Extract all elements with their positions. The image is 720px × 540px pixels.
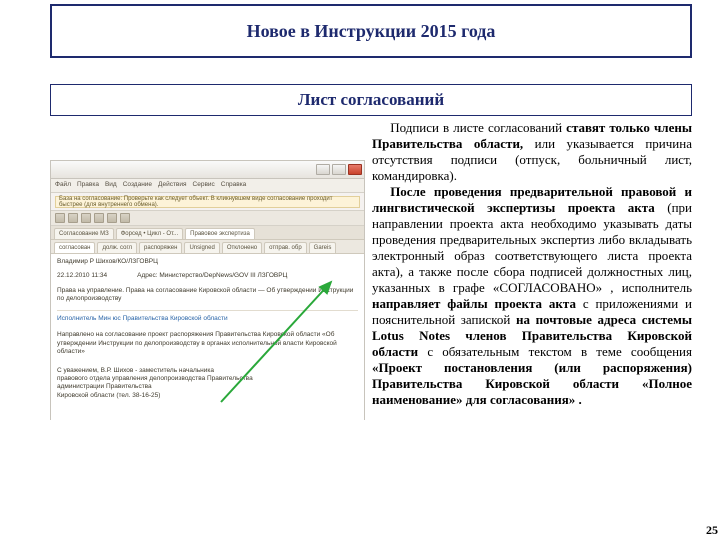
dept-value: Адрес: Министерство/DepNews/GOV III ЛЗГО…: [137, 272, 287, 280]
alert-text: База на согласование: Проверьте как след…: [59, 196, 356, 208]
toolbar-icon: [81, 213, 91, 223]
divider: [57, 310, 358, 311]
date-value: 22.12.2010 11:34: [57, 272, 107, 280]
menu-item: Действия: [158, 182, 186, 189]
title-box: Новое в Инструкции 2015 года: [50, 4, 692, 58]
text-run: Подписи в листе согласований: [390, 120, 566, 135]
tab: Отклонено: [222, 242, 262, 253]
menu-item: Правка: [77, 182, 99, 189]
paragraph: После проведения предваритель­ной правов…: [372, 184, 692, 408]
window-min-icon: [316, 164, 330, 175]
tab: согласован: [54, 242, 95, 253]
tab: долж. согл: [97, 242, 137, 253]
sign-line: С уважением, В.Р. Шихов - заместитель на…: [57, 367, 214, 374]
body-text: Подписи в листе согласований ставят толь…: [372, 120, 692, 532]
toolbar-icon: [94, 213, 104, 223]
menubar: Файл Правка Вид Создание Действия Сервис…: [51, 179, 364, 193]
tabstrip-lower: согласован долж. согл распоряжен Unsigne…: [51, 240, 364, 254]
window-max-icon: [332, 164, 346, 175]
window-titlebar: [51, 161, 364, 179]
menu-item: Файл: [55, 182, 71, 189]
content-area: Файл Правка Вид Создание Действия Сервис…: [50, 120, 692, 532]
toolbar: [51, 210, 364, 226]
sign-line: правового отдела управления делопроизвод…: [57, 375, 253, 382]
document-body: Владимир Р Шихов/КО/ЛЗГОВРЦ 22.12.2010 1…: [51, 254, 364, 436]
note-value: Исполнитель Мин юс Правительства Кировск…: [57, 315, 228, 322]
tabstrip-upper: Согласование МЗ Форсед • Цикл - От... Пр…: [51, 226, 364, 240]
text-bold: После проведения предваритель­ной правов…: [372, 184, 692, 215]
toolbar-icon: [55, 213, 65, 223]
sign-line: администрации Правительства: [57, 383, 152, 390]
section-title: Лист согласований: [298, 90, 444, 110]
sign-line: Кировской области (тел. 38-16-25): [57, 392, 160, 399]
tab: Согласование МЗ: [54, 228, 114, 239]
page-number: 25: [706, 523, 718, 538]
tab: отправ. обр: [264, 242, 307, 253]
toolbar-icon: [107, 213, 117, 223]
tab: распоряжен: [139, 242, 182, 253]
tab: Unsigned: [184, 242, 219, 253]
menu-item: Вид: [105, 182, 117, 189]
page-title: Новое в Инструкции 2015 года: [247, 21, 496, 42]
text-run: с обязательным текстом в теме сообщения: [427, 344, 692, 359]
menu-item: Сервис: [193, 182, 215, 189]
alert-banner: База на согласование: Проверьте как след…: [55, 196, 360, 208]
author-value: Владимир Р Шихов/КО/ЛЗГОВРЦ: [57, 258, 158, 265]
tab: Правовое экспертиза: [185, 228, 255, 239]
app-screenshot: Файл Правка Вид Создание Действия Сервис…: [50, 160, 365, 420]
menu-item: Создание: [123, 182, 152, 189]
subject-value: Права на управление. Права на согласован…: [57, 287, 353, 302]
toolbar-icon: [68, 213, 78, 223]
text-bold: «Проект постановления (или распо­ряжения…: [372, 360, 692, 407]
menu-item: Справка: [221, 182, 247, 189]
paragraph: Подписи в листе согласований ставят толь…: [372, 120, 692, 184]
tab: Форсед • Цикл - От...: [116, 228, 183, 239]
text-bold: направляет файлы проекта акта: [372, 296, 583, 311]
toolbar-icon: [120, 213, 130, 223]
window-close-icon: [348, 164, 362, 175]
tab: Gareis: [309, 242, 337, 253]
heading-value: Направлено на согласование проект распор…: [57, 331, 337, 355]
subtitle-box: Лист согласований: [50, 84, 692, 116]
